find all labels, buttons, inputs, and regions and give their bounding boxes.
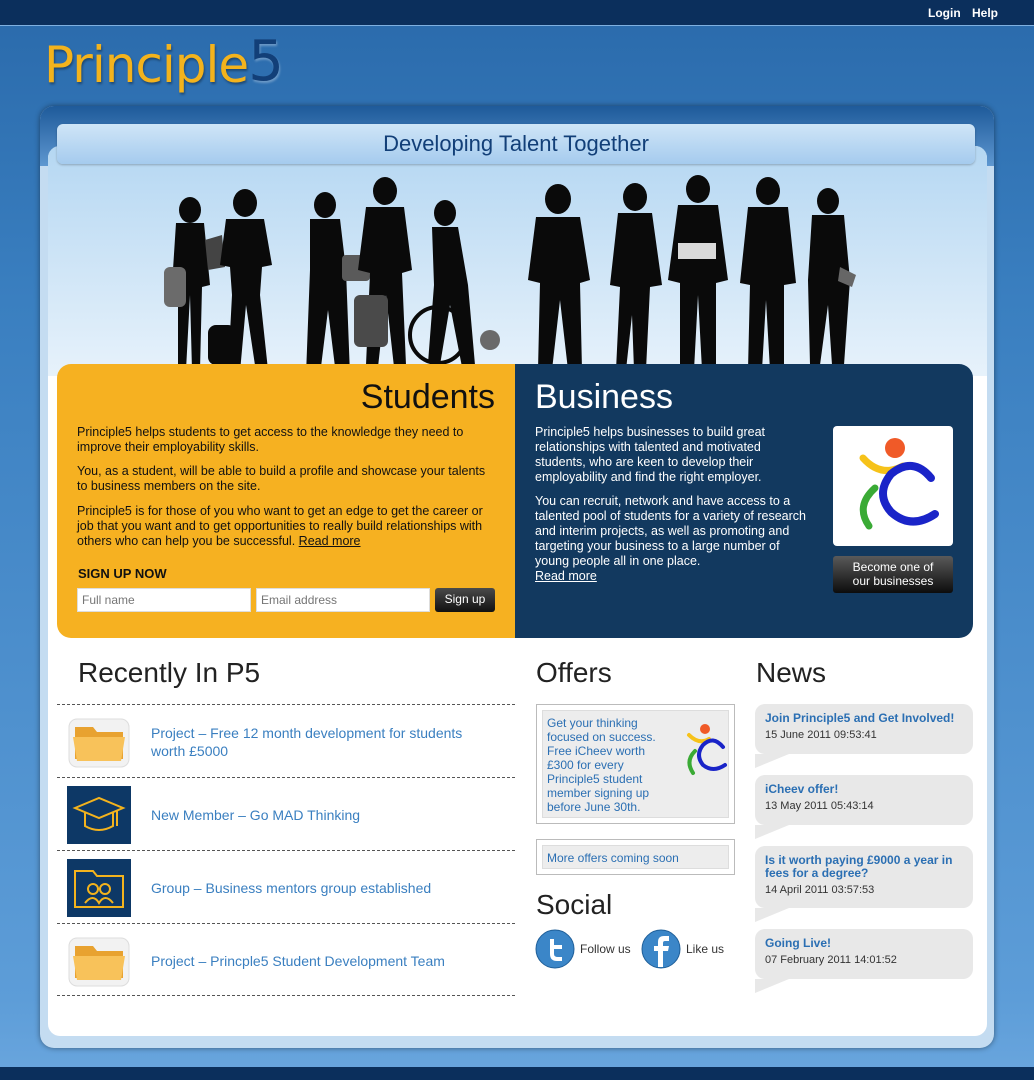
news-item-title[interactable]: iCheev offer! xyxy=(765,783,963,796)
signup-title: SIGN UP NOW xyxy=(78,566,167,581)
news-item-title[interactable]: Going Live! xyxy=(765,937,963,950)
recent-item-text[interactable]: New Member – Go MAD Thinking xyxy=(151,778,491,851)
offer-text[interactable]: Get your thinking focused on success. Fr… xyxy=(547,716,667,814)
business-panel: Business Principle5 helps businesses to … xyxy=(515,364,973,638)
site-logo[interactable]: Principle 5 xyxy=(44,14,284,94)
icheev-logo-box[interactable] xyxy=(833,426,953,546)
news-item-date: 14 April 2011 03:57:53 xyxy=(765,884,875,896)
recent-list-item[interactable]: Project – Free 12 month development for … xyxy=(57,704,515,777)
folder-icon xyxy=(67,932,131,990)
more-offers-card: More offers coming soon xyxy=(536,839,735,875)
tagline: Developing Talent Together xyxy=(383,131,649,156)
recent-list-item[interactable]: Group – Business mentors group establish… xyxy=(57,850,515,923)
recent-item-text[interactable]: Group – Business mentors group establish… xyxy=(151,851,491,924)
news-item[interactable]: Going Live! 07 February 2011 14:01:52 xyxy=(755,929,973,993)
recent-section-title: Recently In P5 xyxy=(78,657,261,688)
group-folder-icon xyxy=(67,859,131,917)
business-paragraph-2-text: You can recruit, network and have access… xyxy=(535,494,806,568)
become-business-line-1: Become one of xyxy=(852,560,934,574)
offer-card-inner: Get your thinking focused on success. Fr… xyxy=(542,710,729,818)
social-section-title: Social xyxy=(536,889,613,920)
facebook-icon[interactable] xyxy=(641,929,681,969)
footer-bar xyxy=(0,1067,1034,1080)
more-offers-text: More offers coming soon xyxy=(542,845,729,869)
recent-list: Project – Free 12 month development for … xyxy=(57,704,515,996)
tagline-bar: Developing Talent Together xyxy=(57,124,975,164)
offers-section-title: Offers xyxy=(536,657,612,688)
news-item-title[interactable]: Join Principle5 and Get Involved! xyxy=(765,712,963,725)
students-panel: Students Principle5 helps students to ge… xyxy=(57,364,515,638)
graduation-cap-icon xyxy=(67,786,131,844)
business-paragraph-1: Principle5 helps businesses to build gre… xyxy=(535,425,765,484)
folder-icon xyxy=(67,713,131,771)
facebook-label[interactable]: Like us xyxy=(686,942,724,956)
business-title: Business xyxy=(535,378,673,416)
offer-card[interactable]: Get your thinking focused on success. Fr… xyxy=(536,704,735,824)
students-paragraph-2: You, as a student, will be able to build… xyxy=(77,464,486,493)
login-link[interactable]: Login xyxy=(928,6,961,20)
recent-list-item[interactable]: Project – Princple5 Student Development … xyxy=(57,923,515,996)
logo-number: 5 xyxy=(248,29,284,94)
news-item-title[interactable]: Is it worth paying £9000 a year in fees … xyxy=(765,854,963,880)
news-section-title: News xyxy=(756,657,827,688)
students-paragraph-3-text: Principle5 is for those of you who want … xyxy=(77,504,483,548)
facebook-like[interactable]: Like us xyxy=(641,928,724,970)
twitter-icon[interactable] xyxy=(535,929,575,969)
icheev-logo-icon xyxy=(859,438,939,530)
news-item-date: 15 June 2011 09:53:41 xyxy=(765,729,877,741)
help-link[interactable]: Help xyxy=(972,6,998,20)
news-item[interactable]: Join Principle5 and Get Involved! 15 Jun… xyxy=(755,704,973,768)
signup-button[interactable]: Sign up xyxy=(435,588,495,612)
students-paragraph-1: Principle5 helps students to get access … xyxy=(77,425,464,454)
email-input[interactable] xyxy=(256,588,430,612)
business-read-more-link[interactable]: Read more xyxy=(535,569,597,583)
become-business-line-2: our businesses xyxy=(852,574,934,588)
icheev-logo-icon xyxy=(687,724,727,775)
recent-item-text[interactable]: Project – Free 12 month development for … xyxy=(151,705,491,778)
twitter-follow[interactable]: Follow us xyxy=(535,928,631,970)
students-title: Students xyxy=(360,378,495,416)
business-paragraph-2: You can recruit, network and have access… xyxy=(535,494,815,584)
news-item-date: 07 February 2011 14:01:52 xyxy=(765,954,897,966)
logo-text: Principle xyxy=(44,36,249,94)
students-paragraph-3: Principle5 is for those of you who want … xyxy=(77,504,497,549)
news-item[interactable]: Is it worth paying £9000 a year in fees … xyxy=(755,846,973,922)
people-silhouettes-illustration xyxy=(164,175,856,375)
fullname-input[interactable] xyxy=(77,588,251,612)
news-item[interactable]: iCheev offer! 13 May 2011 05:43:14 xyxy=(755,775,973,839)
recent-item-text[interactable]: Project – Princple5 Student Development … xyxy=(151,924,491,997)
become-business-button[interactable]: Become one of our businesses xyxy=(833,556,953,593)
twitter-label[interactable]: Follow us xyxy=(580,942,631,956)
news-item-date: 13 May 2011 05:43:14 xyxy=(765,800,874,812)
recent-list-item[interactable]: New Member – Go MAD Thinking xyxy=(57,777,515,850)
students-read-more-link[interactable]: Read more xyxy=(299,534,361,548)
